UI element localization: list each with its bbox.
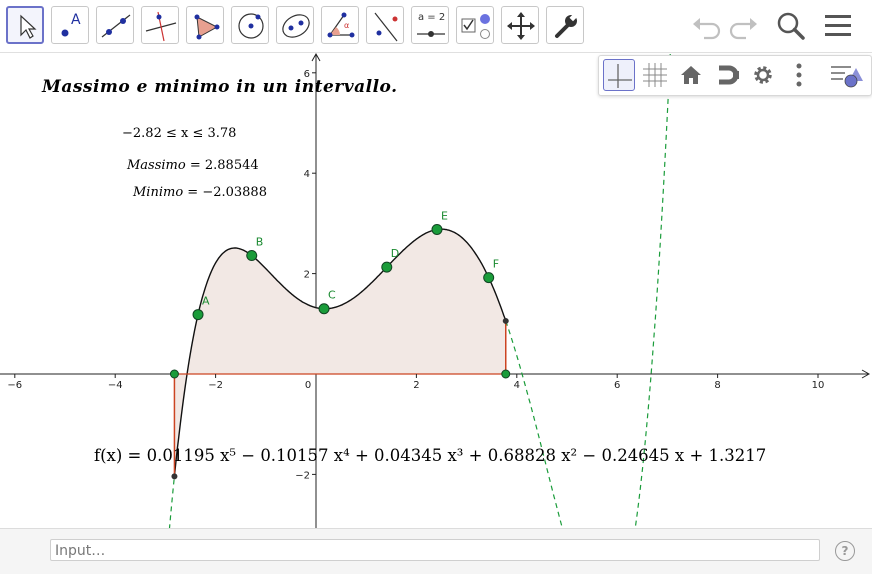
show-axes-button[interactable] bbox=[603, 59, 635, 91]
curve-endpoint bbox=[171, 473, 178, 480]
settings-tool-button[interactable] bbox=[546, 6, 584, 44]
point-A bbox=[192, 309, 204, 321]
axis-point bbox=[501, 369, 511, 379]
point-label: F bbox=[493, 258, 499, 271]
input-bar: Input… ? bbox=[0, 528, 872, 574]
point-label: B bbox=[256, 236, 264, 249]
show-grid-button[interactable] bbox=[639, 59, 671, 91]
point-F bbox=[483, 272, 495, 284]
y-tick-label: −2 bbox=[295, 470, 310, 481]
x-tick-label: 8 bbox=[714, 380, 720, 391]
maximum-value: = 2.88544 bbox=[189, 158, 259, 173]
reflect-line-icon bbox=[374, 12, 398, 42]
checkbox-icon bbox=[461, 14, 490, 39]
more-options-button[interactable] bbox=[783, 59, 815, 91]
slider-tool-button[interactable]: a = 2 bbox=[411, 6, 449, 44]
point-label: C bbox=[328, 289, 336, 302]
hamburger-menu-icon bbox=[825, 15, 851, 36]
move-graphics-view-tool-button[interactable] bbox=[501, 6, 539, 44]
point-label: A bbox=[202, 295, 210, 308]
construction-title: Massimo e minimo in un intervallo. bbox=[42, 77, 398, 97]
minimum-label: Minimo bbox=[133, 185, 184, 200]
point-tool-label: A bbox=[71, 12, 81, 28]
x-tick-label: 4 bbox=[514, 380, 520, 391]
x-tick-label: 0 bbox=[305, 380, 311, 391]
search-icon bbox=[777, 12, 805, 40]
slider-icon bbox=[417, 31, 445, 37]
minimum-value: = −2.03888 bbox=[187, 185, 267, 200]
wrench-icon bbox=[555, 12, 578, 38]
perpendicular-line-icon bbox=[145, 11, 177, 42]
search-button[interactable] bbox=[775, 10, 807, 42]
reflect-tool-button[interactable] bbox=[366, 6, 404, 44]
x-tick-label: 6 bbox=[614, 380, 620, 391]
magnet-icon bbox=[719, 65, 739, 85]
axes-icon bbox=[608, 64, 632, 88]
cursor-arrow-icon bbox=[20, 14, 37, 39]
undo-button[interactable] bbox=[690, 10, 722, 42]
circle-tool-button[interactable] bbox=[231, 6, 269, 44]
main-menu-button[interactable] bbox=[822, 10, 854, 42]
undo-icon bbox=[693, 18, 721, 40]
function-formula: f(x) = 0.01195 x⁵ − 0.10157 x⁴ + 0.04345… bbox=[94, 446, 767, 465]
point-label: D bbox=[391, 247, 399, 260]
standard-view-button[interactable] bbox=[675, 59, 707, 91]
x-tick-label: −4 bbox=[108, 380, 123, 391]
graphics-settings-button[interactable] bbox=[747, 59, 779, 91]
shaded-area bbox=[174, 229, 506, 477]
x-tick-label: −2 bbox=[208, 380, 223, 391]
maximum-label: Massimo bbox=[127, 158, 186, 173]
checkbox-tool-button[interactable] bbox=[456, 6, 494, 44]
toolbar: A α a = 2 bbox=[0, 0, 872, 53]
graphics-style-bar bbox=[598, 55, 872, 96]
point-E bbox=[431, 223, 443, 235]
minimum-text: Minimo = −2.03888 bbox=[133, 185, 267, 200]
angle-icon bbox=[327, 12, 355, 38]
point-capturing-button[interactable] bbox=[711, 59, 743, 91]
point-B bbox=[246, 250, 258, 262]
perpendicular-line-tool-button[interactable] bbox=[141, 6, 179, 44]
maximum-text: Massimo = 2.88544 bbox=[127, 158, 259, 173]
y-tick-label: 2 bbox=[304, 270, 310, 281]
polygon-icon bbox=[194, 14, 220, 40]
more-vertical-icon bbox=[796, 63, 802, 87]
style-bar-toggle-button[interactable] bbox=[829, 59, 863, 91]
home-icon bbox=[681, 66, 701, 84]
redo-icon bbox=[729, 18, 757, 40]
polygon-tool-button[interactable] bbox=[186, 6, 224, 44]
point-label: E bbox=[441, 209, 448, 222]
style-bar-toggle-icon bbox=[831, 66, 863, 88]
help-button[interactable]: ? bbox=[835, 541, 855, 561]
grid-icon bbox=[643, 63, 667, 87]
curve-endpoint bbox=[502, 317, 509, 324]
angle-tool-label: α bbox=[344, 21, 350, 30]
y-tick-label: 4 bbox=[304, 169, 310, 180]
gear-icon bbox=[754, 66, 772, 84]
algebra-input-field[interactable]: Input… bbox=[50, 539, 820, 561]
ellipse-icon bbox=[282, 14, 310, 38]
point-tool-button[interactable]: A bbox=[51, 6, 89, 44]
circle-icon bbox=[238, 13, 264, 39]
interval-text: −2.82 ≤ x ≤ 3.78 bbox=[122, 126, 237, 141]
x-tick-label: 10 bbox=[812, 380, 825, 391]
angle-tool-button[interactable]: α bbox=[321, 6, 359, 44]
ellipse-tool-button[interactable] bbox=[276, 6, 314, 44]
x-tick-label: −6 bbox=[7, 380, 22, 391]
move-tool-button[interactable] bbox=[6, 6, 44, 44]
line-icon bbox=[101, 14, 131, 38]
redo-button[interactable] bbox=[728, 10, 760, 42]
point-D bbox=[381, 261, 393, 273]
x-tick-label: 2 bbox=[413, 380, 419, 391]
point-C bbox=[318, 303, 330, 315]
graphics-view[interactable]: −6 −4 −2 0 2 4 6 8 10 6 4 2 −2 ABCDEF Massimo e mini… bbox=[0, 53, 872, 528]
line-tool-button[interactable] bbox=[96, 6, 134, 44]
move-arrows-icon bbox=[507, 12, 535, 40]
dashed-curve-left bbox=[168, 476, 175, 528]
axis-point bbox=[169, 369, 179, 379]
